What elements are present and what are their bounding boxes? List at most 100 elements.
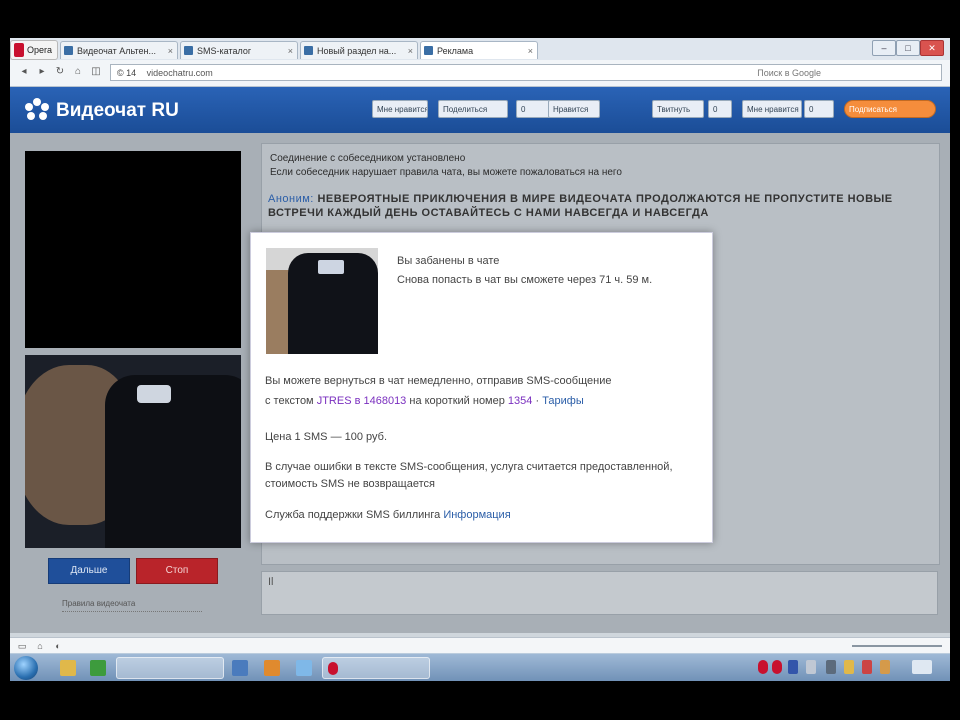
turbo-icon[interactable]: ◐ bbox=[52, 640, 64, 652]
stop-button[interactable]: Стоп bbox=[136, 558, 218, 584]
sms-error-notice: В случае ошибки в тексте SMS-сообщения, … bbox=[265, 459, 695, 493]
explorer-icon[interactable] bbox=[60, 660, 76, 676]
ban-dialog: Вы забанены в чате Снова попасть в чат в… bbox=[250, 232, 713, 543]
separator: · bbox=[535, 395, 540, 407]
mail-like-button[interactable]: Мне нравится bbox=[742, 100, 802, 118]
tray-network-icon[interactable] bbox=[826, 660, 836, 674]
sms-instructions-line-2: с текстом JTRES в 1468013 на короткий но… bbox=[265, 391, 695, 411]
snapshot-shirt-print bbox=[318, 260, 344, 274]
chat-system-text: Соединение с собеседником установлено Ес… bbox=[270, 152, 930, 180]
tray-clock[interactable] bbox=[912, 660, 932, 674]
subscribe-button[interactable]: Подписаться bbox=[844, 100, 936, 118]
tweet-count: 0 bbox=[708, 100, 732, 118]
opera-taskbar-icon bbox=[328, 662, 338, 675]
sms-support-link[interactable]: Информация bbox=[443, 509, 510, 521]
browser-tab-4-active[interactable]: Реклама × bbox=[420, 41, 538, 59]
rules-link[interactable]: Правила видеочата bbox=[62, 599, 202, 612]
chat-intro-line-2: Если собеседник нарушает правила чата, в… bbox=[270, 167, 622, 178]
taskbar-app-icon[interactable] bbox=[264, 660, 280, 676]
mail-like-count: 0 bbox=[804, 100, 834, 118]
camera-shirt bbox=[105, 375, 241, 548]
ban-timer-text: Снова попасть в чат вы сможете через 71 … bbox=[397, 274, 653, 286]
opera-menu-label: Opera bbox=[27, 45, 53, 55]
sms-price: Цена 1 SMS — 100 руб. bbox=[265, 431, 388, 443]
site-security-badge: © 14 bbox=[117, 68, 137, 78]
tray-opera-icon[interactable] bbox=[772, 660, 782, 674]
share-count: 0 bbox=[516, 100, 552, 118]
start-button[interactable] bbox=[14, 656, 38, 680]
panel-toggle-icon[interactable]: ▭ bbox=[16, 640, 28, 652]
tray-opera-icon[interactable] bbox=[758, 660, 768, 674]
fb-share-button[interactable]: Поделиться bbox=[438, 100, 508, 118]
tray-app-icon[interactable] bbox=[788, 660, 798, 674]
self-video bbox=[25, 355, 241, 548]
app-icon[interactable] bbox=[90, 660, 106, 676]
tab-close-icon[interactable]: × bbox=[408, 42, 413, 59]
tray-app-icon[interactable] bbox=[844, 660, 854, 674]
browser-tab-3[interactable]: Новый раздел на... × bbox=[300, 41, 418, 59]
search-field-text[interactable]: Поиск в Google bbox=[757, 65, 821, 82]
sms-instructions-line-1: Вы можете вернуться в чат немедленно, от… bbox=[265, 375, 612, 387]
chat-message-author: Аноним: bbox=[268, 193, 314, 205]
home-status-icon[interactable]: ⌂ bbox=[34, 640, 46, 652]
site-header: Видеочат RU Мне нравится Поделиться 0 Нр… bbox=[10, 87, 950, 133]
browser-tab-2[interactable]: SMS-каталог × bbox=[180, 41, 298, 59]
sms-support: Служба поддержки SMS биллинга Информация bbox=[265, 505, 695, 525]
maximize-button[interactable]: □ bbox=[896, 40, 920, 56]
sms-short-number: 1354 bbox=[507, 395, 533, 407]
tab-close-icon[interactable]: × bbox=[288, 42, 293, 59]
chat-intro-line-1: Соединение с собеседником установлено bbox=[270, 153, 466, 164]
sms-instructions: Вы можете вернуться в чат немедленно, от… bbox=[265, 371, 695, 411]
browser-tab-label: Новый раздел на... bbox=[317, 46, 397, 56]
favicon-icon bbox=[184, 46, 193, 55]
reload-icon[interactable]: ↻ bbox=[54, 66, 66, 78]
browser-tab-strip: Opera Видеочат Альтен... × SMS-каталог ×… bbox=[10, 38, 950, 61]
next-button[interactable]: Дальше bbox=[48, 558, 130, 584]
speed-dial-icon[interactable]: ◫ bbox=[90, 66, 102, 78]
browser-tab-1[interactable]: Видеочат Альтен... × bbox=[60, 41, 178, 59]
chat-input[interactable]: Il bbox=[261, 571, 938, 615]
favicon-icon bbox=[64, 46, 73, 55]
videochat-logo-icon bbox=[25, 98, 49, 120]
taskbar-app-icon[interactable] bbox=[232, 660, 248, 676]
tray-app-icon[interactable] bbox=[880, 660, 890, 674]
taskbar-window-button[interactable] bbox=[116, 657, 224, 679]
tweet-button[interactable]: Твитнуть bbox=[652, 100, 704, 118]
address-url: videochatru.com bbox=[146, 68, 213, 78]
sms-error-line-2: стоимость SMS не возвращается bbox=[265, 478, 435, 490]
home-icon[interactable]: ⌂ bbox=[72, 66, 84, 78]
taskbar-opera-button[interactable] bbox=[322, 657, 430, 679]
taskbar-app-icon[interactable] bbox=[296, 660, 312, 676]
back-icon[interactable]: ◂ bbox=[18, 66, 30, 78]
address-bar[interactable]: © 14 videochatru.com Поиск в Google bbox=[110, 64, 942, 81]
tab-close-icon[interactable]: × bbox=[168, 42, 173, 59]
forward-icon[interactable]: ▸ bbox=[36, 66, 48, 78]
chat-message-text: НЕВЕРОЯТНЫЕ ПРИКЛЮЧЕНИЯ В МИРЕ ВИДЕОЧАТА… bbox=[268, 193, 893, 219]
tab-close-icon[interactable]: × bbox=[528, 42, 533, 59]
desktop-screen: Opera Видеочат Альтен... × SMS-каталог ×… bbox=[10, 38, 950, 681]
opera-logo-icon bbox=[14, 43, 24, 57]
sms-number-prefix: на короткий номер bbox=[409, 395, 505, 407]
windows-taskbar bbox=[10, 653, 950, 681]
minimize-button[interactable]: – bbox=[872, 40, 896, 56]
browser-navigation-bar: ◂ ▸ ↻ ⌂ ◫ © 14 videochatru.com Поиск в G… bbox=[10, 60, 950, 87]
ban-snapshot-image bbox=[266, 248, 378, 354]
favicon-icon bbox=[424, 46, 433, 55]
ban-title: Вы забанены в чате bbox=[397, 255, 500, 267]
site-title: Видеочат RU bbox=[56, 100, 179, 121]
partner-video bbox=[25, 151, 241, 348]
tariffs-link[interactable]: Тарифы bbox=[542, 395, 584, 407]
favicon-icon bbox=[304, 46, 313, 55]
camera-shirt-print bbox=[137, 385, 171, 403]
browser-status-bar: ▭ ⌂ ◐ bbox=[10, 637, 950, 654]
sms-support-label: Служба поддержки SMS биллинга bbox=[265, 509, 441, 521]
close-window-button[interactable]: ✕ bbox=[920, 40, 944, 56]
sms-text-prefix: с текстом bbox=[265, 395, 314, 407]
vk-like-button[interactable]: Мне нравится bbox=[372, 100, 428, 118]
tray-app-icon[interactable] bbox=[806, 660, 816, 674]
opera-menu-button[interactable]: Opera bbox=[10, 40, 58, 60]
tray-app-icon[interactable] bbox=[862, 660, 872, 674]
zoom-slider[interactable] bbox=[852, 645, 942, 647]
facebook-like-button[interactable]: Нравится bbox=[548, 100, 600, 118]
sms-code: JTRES в 1468013 bbox=[316, 395, 407, 407]
